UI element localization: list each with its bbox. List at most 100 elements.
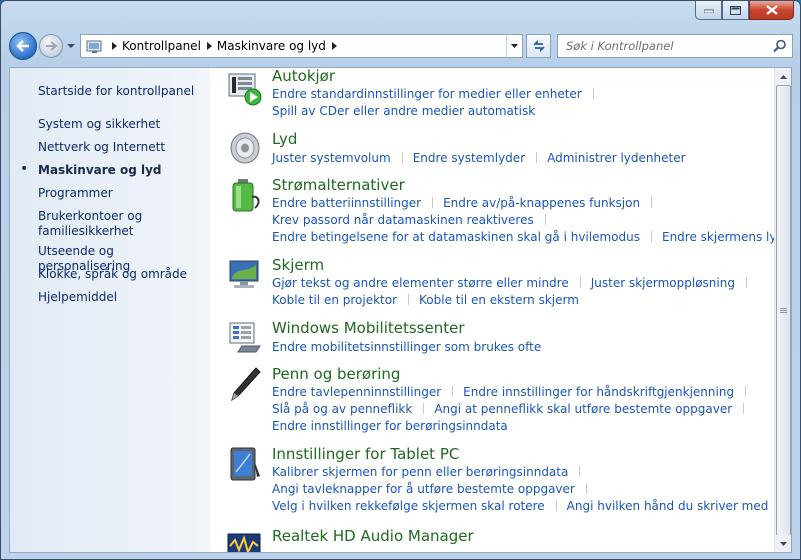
recent-pages-button[interactable] [65, 43, 77, 49]
grip-icon [780, 307, 787, 314]
link-sleep-conditions[interactable]: Endre betingelsene for at datamaskinen s… [272, 229, 640, 245]
vertical-scrollbar[interactable] [774, 68, 791, 552]
chevron-down-icon [779, 541, 787, 546]
scroll-thumb[interactable] [776, 85, 791, 536]
chevron-up-icon [779, 74, 787, 79]
realtek-audio-icon [227, 533, 261, 552]
breadcrumb-arrow-icon[interactable] [206, 42, 212, 50]
link-system-sounds[interactable]: Endre systemlyder [413, 150, 525, 166]
link-mobility-settings[interactable]: Endre mobilitetsinnstillinger som brukes… [272, 339, 541, 355]
link-calibrate-screen[interactable]: Kalibrer skjermen for penn eller berørin… [272, 464, 568, 480]
address-dropdown-button[interactable] [506, 35, 522, 57]
link-require-password[interactable]: Krev passord når datamaskinen reaktivere… [272, 212, 534, 228]
link-screen-brightness[interactable]: Endre skjermens lysstyrke [662, 229, 791, 245]
refresh-button[interactable] [526, 34, 551, 58]
sidebar-item-user-accounts[interactable]: Brukerkontoer og familiesikkerhet [38, 209, 158, 239]
divider [401, 152, 403, 163]
link-text-size[interactable]: Gjør tekst og andre elementer større ell… [272, 275, 569, 291]
sidebar-item-hardware-sound[interactable]: Maskinvare og lyd [38, 163, 203, 178]
navigation-bar: Kontrollpanel Maskinvare og lyd [9, 29, 793, 63]
close-icon [765, 5, 778, 15]
forward-button[interactable] [39, 34, 63, 58]
link-touch-input-settings[interactable]: Endre innstillinger for berøringsinndata [272, 418, 508, 434]
category-title[interactable]: Autokjør [272, 68, 335, 85]
category-title[interactable]: Realtek HD Audio Manager [272, 528, 474, 545]
search-input[interactable] [566, 36, 766, 56]
arrow-right-icon [46, 41, 57, 51]
link-handwriting-recognition[interactable]: Endre innstillinger for håndskriftgjenkj… [463, 384, 734, 400]
control-panel-icon [86, 37, 106, 55]
divider [651, 197, 653, 208]
category-title[interactable]: Penn og berøring [272, 366, 400, 383]
sidebar-item-network[interactable]: Nettverk og Internett [38, 140, 203, 155]
breadcrumb-control-panel[interactable]: Kontrollpanel [122, 39, 201, 53]
category-title[interactable]: Skjerm [272, 257, 324, 274]
close-button[interactable] [749, 1, 794, 20]
link-pen-flicks-toggle[interactable]: Slå på og av penneflikk [272, 401, 412, 417]
scroll-up-button[interactable] [775, 68, 791, 85]
main-panel: Autokjør Endre standardinnstillinger for… [210, 68, 791, 552]
divider [536, 152, 538, 163]
sidebar-item-accessibility[interactable]: Hjelpemiddel [38, 290, 203, 305]
chevron-down-icon [511, 44, 518, 48]
link-battery-settings[interactable]: Endre batteriinnstillinger [272, 195, 421, 211]
sidebar-item-programs[interactable]: Programmer [38, 186, 203, 201]
divider [452, 386, 454, 397]
mobility-center-icon [229, 322, 261, 353]
battery-icon [232, 179, 260, 212]
link-pen-settings[interactable]: Endre tavlepenninnstillinger [272, 384, 441, 400]
search-box[interactable] [557, 34, 793, 58]
arrow-left-icon [16, 40, 29, 52]
control-panel-window: Kontrollpanel Maskinvare og lyd Startsid… [0, 0, 801, 560]
link-rotation-order[interactable]: Velg i hvilken rekkefølge skjermen skal … [272, 498, 545, 514]
divider [544, 214, 546, 225]
divider [745, 277, 747, 288]
link-tablet-buttons[interactable]: Angi tavleknapper for å utføre bestemte … [272, 481, 575, 497]
link-power-buttons[interactable]: Endre av/på-knappenes funksjon [443, 195, 640, 211]
speaker-icon [230, 132, 260, 164]
autoplay-icon [228, 73, 262, 106]
divider [745, 386, 747, 397]
category-title[interactable]: Strømalternativer [272, 177, 405, 194]
breadcrumb-arrow-icon[interactable] [112, 42, 117, 50]
divider [650, 231, 652, 242]
link-screen-resolution[interactable]: Juster skjermoppløsning [591, 275, 735, 291]
link-handedness[interactable]: Angi hvilken hånd du skriver med [567, 498, 769, 514]
link-external-display[interactable]: Koble til en ekstern skjerm [419, 292, 579, 308]
back-button[interactable] [9, 32, 37, 60]
link-pen-flicks-tasks[interactable]: Angi at penneflikk skal utføre bestemte … [434, 401, 732, 417]
chevron-down-icon [67, 43, 75, 48]
divider [579, 466, 581, 477]
category-title[interactable]: Innstillinger for Tablet PC [272, 446, 459, 463]
address-bar[interactable]: Kontrollpanel Maskinvare og lyd [80, 34, 523, 58]
divider [408, 294, 410, 305]
minimize-icon [703, 9, 714, 13]
link-autoplay-media[interactable]: Spill av CDer eller andre medier automat… [272, 103, 535, 119]
divider [592, 88, 594, 99]
sidebar-item-clock-language[interactable]: Klokke, språk og område [38, 267, 203, 282]
divider [423, 403, 425, 414]
refresh-icon [532, 39, 545, 53]
divider [579, 277, 581, 288]
display-icon [229, 260, 259, 288]
pen-icon [231, 367, 261, 402]
link-audio-devices[interactable]: Administrer lydenheter [547, 150, 685, 166]
maximize-button[interactable] [722, 1, 749, 20]
divider [743, 403, 745, 414]
caption-buttons [695, 1, 794, 20]
divider [555, 500, 557, 511]
sidebar: Startside for kontrollpanel System og si… [10, 68, 210, 552]
breadcrumb-hardware-and-sound[interactable]: Maskinvare og lyd [217, 39, 326, 53]
search-icon[interactable] [773, 39, 787, 53]
scroll-down-button[interactable] [775, 535, 791, 552]
link-connect-projector[interactable]: Koble til en projektor [272, 292, 397, 308]
category-title[interactable]: Lyd [272, 131, 297, 148]
link-change-media-defaults[interactable]: Endre standardinnstillinger for medier e… [272, 86, 582, 102]
breadcrumb-arrow-icon[interactable] [331, 42, 337, 50]
link-adjust-volume[interactable]: Juster systemvolum [272, 150, 391, 166]
category-title[interactable]: Windows Mobilitetssenter [272, 320, 465, 337]
sidebar-link-home[interactable]: Startside for kontrollpanel [38, 84, 203, 99]
minimize-button[interactable] [695, 1, 722, 20]
sidebar-item-system-security[interactable]: System og sikkerhet [38, 117, 203, 132]
divider [585, 483, 587, 494]
